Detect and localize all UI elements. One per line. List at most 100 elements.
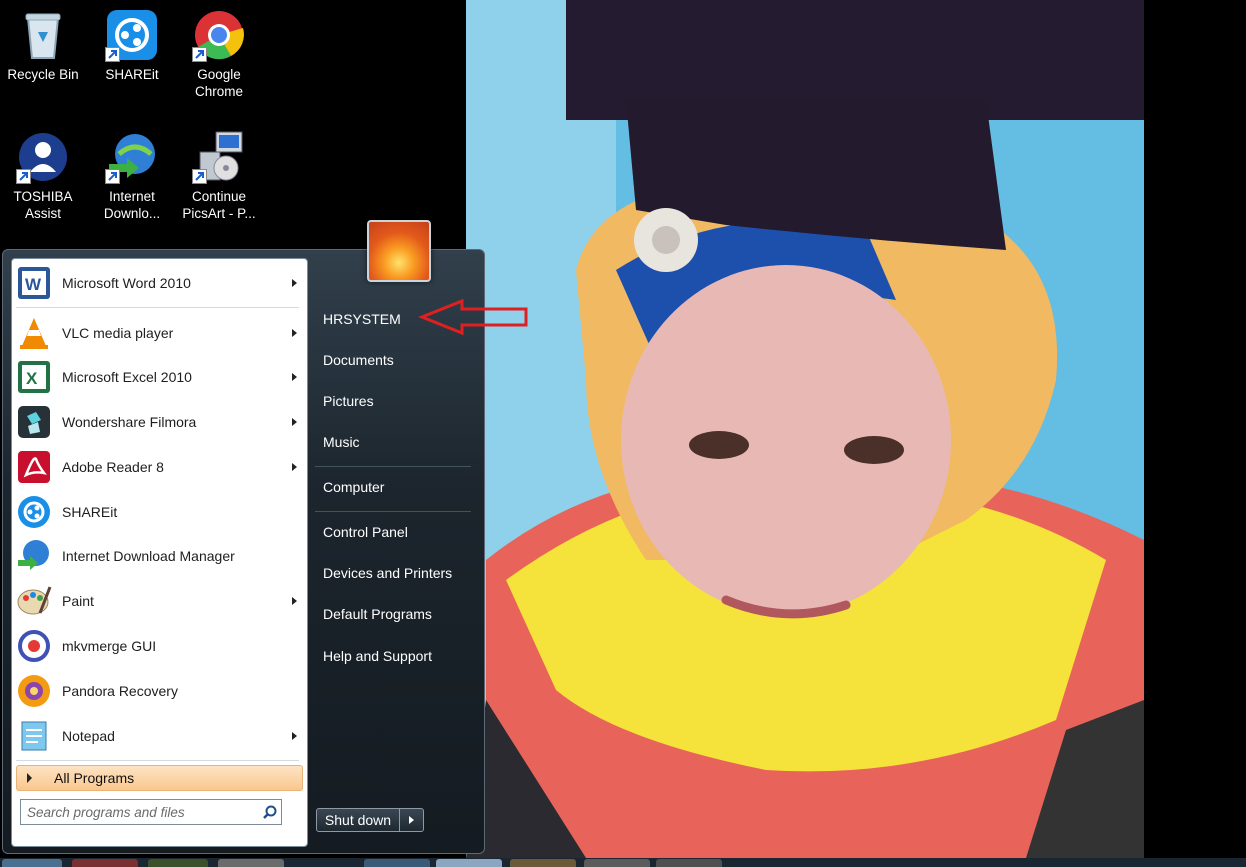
svg-text:W: W — [25, 275, 42, 294]
shortcut-arrow-icon — [105, 47, 120, 62]
excel-icon: X — [16, 359, 52, 395]
shortcut-arrow-icon — [16, 169, 31, 184]
submenu-arrow-icon[interactable] — [292, 732, 297, 740]
shareit-icon — [105, 8, 159, 62]
desktop-icon-label: Internet Downlo... — [103, 189, 161, 221]
internet-download-manager-icon — [105, 130, 159, 184]
program-label: Pandora Recovery — [62, 683, 178, 699]
program-label: SHAREit — [62, 504, 118, 520]
separator — [16, 760, 299, 761]
chrome-icon — [192, 8, 246, 62]
program-label: Adobe Reader 8 — [62, 459, 164, 475]
right-item-devices-and-printers[interactable]: Devices and Printers — [323, 565, 452, 581]
desktop-icon-continue-picsart[interactable]: Continue PicsArt - P... — [177, 130, 261, 222]
taskbar-button[interactable] — [72, 859, 138, 867]
program-item-microsoft-word[interactable]: W Microsoft Word 2010 — [16, 262, 303, 304]
program-label: Microsoft Excel 2010 — [62, 369, 192, 385]
program-label: VLC media player — [62, 325, 174, 341]
right-item-pictures[interactable]: Pictures — [323, 393, 374, 409]
pandora-recovery-icon — [16, 673, 52, 709]
program-label: Internet Download Manager — [62, 548, 235, 564]
shutdown-label: Shut down — [324, 812, 392, 828]
submenu-arrow-icon[interactable] — [292, 418, 297, 426]
user-account-picture[interactable] — [367, 220, 431, 282]
expand-arrow-icon — [27, 773, 32, 783]
program-item-microsoft-excel[interactable]: X Microsoft Excel 2010 — [16, 356, 303, 398]
program-item-vlc[interactable]: VLC media player — [16, 312, 303, 354]
program-item-paint[interactable]: Paint — [16, 580, 303, 622]
right-item-computer[interactable]: Computer — [323, 479, 384, 495]
submenu-arrow-icon[interactable] — [292, 279, 297, 287]
annotation-arrow-icon — [418, 298, 528, 336]
right-item-documents[interactable]: Documents — [323, 352, 394, 368]
word-icon: W — [16, 265, 52, 301]
desktop-icon-label: SHAREit — [105, 67, 159, 82]
program-label: Paint — [62, 593, 94, 609]
program-item-pandora-recovery[interactable]: Pandora Recovery — [16, 670, 303, 712]
program-label: Microsoft Word 2010 — [62, 275, 191, 291]
taskbar-button[interactable] — [2, 859, 62, 867]
shortcut-arrow-icon — [192, 169, 207, 184]
program-item-internet-download-manager[interactable]: Internet Download Manager — [16, 535, 303, 577]
right-item-default-programs[interactable]: Default Programs — [323, 606, 432, 622]
desktop-icon-label: Recycle Bin — [7, 67, 79, 82]
portrait-illustration — [466, 0, 1144, 858]
taskbar-button[interactable] — [656, 859, 722, 867]
shutdown-options-arrow-icon[interactable] — [400, 808, 424, 832]
taskbar-button[interactable] — [436, 859, 502, 867]
desktop-icon-toshiba-assist[interactable]: TOSHIBA Assist — [1, 130, 85, 222]
internet-download-manager-icon — [16, 538, 52, 574]
shortcut-arrow-icon — [105, 169, 120, 184]
shutdown-button[interactable]: Shut down — [316, 808, 400, 832]
taskbar-button[interactable] — [218, 859, 284, 867]
picsart-installer-icon — [192, 130, 246, 184]
separator — [315, 466, 471, 467]
desktop-icon-google-chrome[interactable]: Google Chrome — [177, 8, 261, 100]
desktop-icon-shareit[interactable]: SHAREit — [90, 8, 174, 83]
taskbar-button[interactable] — [510, 859, 576, 867]
right-item-control-panel[interactable]: Control Panel — [323, 524, 408, 540]
notepad-icon — [16, 718, 52, 754]
svg-text:X: X — [26, 369, 38, 388]
paint-icon — [16, 583, 52, 619]
submenu-arrow-icon[interactable] — [292, 463, 297, 471]
taskbar-button[interactable] — [148, 859, 208, 867]
all-programs-label: All Programs — [54, 770, 135, 786]
adobe-reader-icon — [16, 449, 52, 485]
submenu-arrow-icon[interactable] — [292, 597, 297, 605]
start-search-box[interactable] — [20, 799, 282, 825]
right-item-user-folder[interactable]: HRSYSTEM — [323, 311, 401, 327]
start-menu: W Microsoft Word 2010 VLC media player X… — [2, 220, 485, 854]
program-label: Notepad — [62, 728, 115, 744]
program-label: Wondershare Filmora — [62, 414, 197, 430]
search-icon[interactable] — [259, 805, 281, 819]
program-item-notepad[interactable]: Notepad — [16, 715, 303, 757]
program-item-wondershare-filmora[interactable]: Wondershare Filmora — [16, 401, 303, 443]
toshiba-assist-icon — [16, 130, 70, 184]
right-item-help-and-support[interactable]: Help and Support — [323, 648, 432, 664]
program-item-adobe-reader[interactable]: Adobe Reader 8 — [16, 446, 303, 488]
search-input[interactable] — [21, 803, 259, 821]
program-item-mkvmerge-gui[interactable]: mkvmerge GUI — [16, 625, 303, 667]
desktop-icon-recycle-bin[interactable]: Recycle Bin — [1, 8, 85, 83]
submenu-arrow-icon[interactable] — [292, 329, 297, 337]
vlc-icon — [16, 315, 52, 351]
right-item-music[interactable]: Music — [323, 434, 360, 450]
wallpaper-photo — [466, 0, 1144, 858]
submenu-arrow-icon[interactable] — [292, 373, 297, 381]
desktop-icon-label: TOSHIBA Assist — [13, 189, 73, 221]
shutdown-control: Shut down — [316, 808, 426, 832]
taskbar-button[interactable] — [584, 859, 650, 867]
separator — [315, 511, 471, 512]
desktop-icon-internet-download-manager[interactable]: Internet Downlo... — [90, 130, 174, 222]
recycle-bin-icon — [16, 8, 70, 62]
program-item-shareit[interactable]: SHAREit — [16, 491, 303, 533]
taskbar-button[interactable] — [364, 859, 430, 867]
programs-pane: W Microsoft Word 2010 VLC media player X… — [11, 258, 308, 847]
all-programs-button[interactable]: All Programs — [16, 765, 303, 791]
filmora-icon — [16, 404, 52, 440]
desktop-icon-label: Continue PicsArt - P... — [182, 189, 256, 221]
desktop-icon-label: Google Chrome — [194, 67, 243, 99]
program-label: mkvmerge GUI — [62, 638, 157, 654]
shortcut-arrow-icon — [192, 47, 207, 62]
